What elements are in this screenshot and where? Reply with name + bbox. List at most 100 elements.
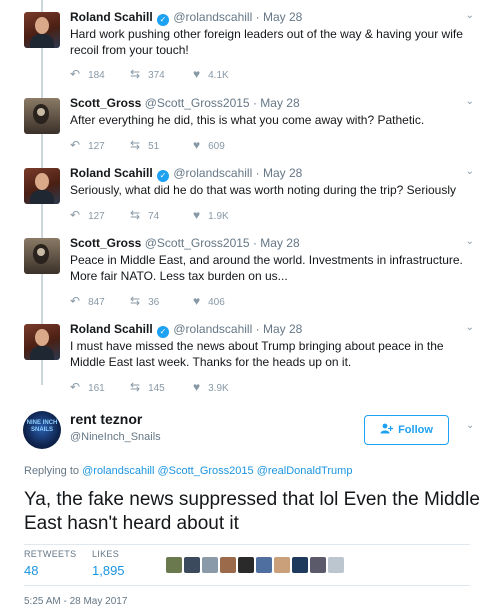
author-avatar[interactable]: NINE INCH SNAILS xyxy=(23,411,61,449)
chevron-down-icon[interactable]: ⌄ xyxy=(466,322,474,333)
author-handle[interactable]: @NineInch_Snails xyxy=(70,431,161,443)
tweet-text: Peace in Middle East, and around the wor… xyxy=(70,253,463,283)
retweets-label[interactable]: RETWEETS xyxy=(24,549,76,559)
retweet-count: 51 xyxy=(148,141,160,152)
chevron-down-icon[interactable]: ⌄ xyxy=(466,236,474,247)
tweet-actions: ↶ 184 ⇆ 374 ♥ 4.1K xyxy=(70,67,229,81)
retweet-button[interactable]: ⇆ 74 xyxy=(130,208,193,222)
avatar[interactable] xyxy=(24,238,60,274)
retweet-count: 74 xyxy=(148,211,160,222)
reply-button[interactable]: ↶ 127 xyxy=(70,208,130,222)
retweet-button[interactable]: ⇆ 145 xyxy=(130,380,193,394)
reply-count: 127 xyxy=(88,211,105,222)
like-button[interactable]: ♥ 609 xyxy=(193,138,225,152)
retweets-count[interactable]: 48 xyxy=(24,563,38,578)
author-handle[interactable]: @Scott_Gross2015 xyxy=(145,236,250,250)
replying-to: Replying to @rolandscahill @Scott_Gross2… xyxy=(24,465,352,477)
divider xyxy=(24,585,470,586)
tweet-date[interactable]: May 28 xyxy=(260,96,299,110)
like-button[interactable]: ♥ 4.1K xyxy=(193,67,229,81)
liker-avatar[interactable] xyxy=(202,557,218,573)
liker-avatar[interactable] xyxy=(274,557,290,573)
chevron-down-icon[interactable]: ⌄ xyxy=(466,96,474,107)
reply-button[interactable]: ↶ 847 xyxy=(70,294,130,308)
tweet-text: Seriously, what did he do that was worth… xyxy=(70,183,456,197)
reply-count: 161 xyxy=(88,383,105,394)
reply-button[interactable]: ↶ 127 xyxy=(70,138,130,152)
tweet-text: After everything he did, this is what yo… xyxy=(70,113,425,127)
retweet-icon: ⇆ xyxy=(130,67,141,81)
liker-avatar[interactable] xyxy=(256,557,272,573)
likes-count[interactable]: 1,895 xyxy=(92,563,125,578)
retweet-icon: ⇆ xyxy=(130,380,141,394)
retweet-button[interactable]: ⇆ 51 xyxy=(130,138,193,152)
likes-label[interactable]: LIKES xyxy=(92,549,119,559)
tweet-date[interactable]: May 28 xyxy=(263,10,302,24)
heart-icon: ♥ xyxy=(193,208,201,222)
like-button[interactable]: ♥ 1.9K xyxy=(193,208,229,222)
like-count: 609 xyxy=(208,141,225,152)
liker-avatars xyxy=(166,557,344,573)
reply-button[interactable]: ↶ 184 xyxy=(70,67,130,81)
reply-button[interactable]: ↶ 161 xyxy=(70,380,130,394)
author-handle[interactable]: @rolandscahill xyxy=(173,10,252,24)
follow-button[interactable]: Follow xyxy=(364,415,449,445)
heart-icon: ♥ xyxy=(193,294,201,308)
tweet-actions: ↶ 127 ⇆ 51 ♥ 609 xyxy=(70,138,225,152)
like-count: 1.9K xyxy=(208,211,229,222)
author-handle[interactable]: @Scott_Gross2015 xyxy=(145,96,250,110)
retweet-count: 36 xyxy=(148,297,160,308)
liker-avatar[interactable] xyxy=(328,557,344,573)
tweet-date[interactable]: May 28 xyxy=(263,166,302,180)
chevron-down-icon[interactable]: ⌄ xyxy=(466,420,474,431)
tweet-date[interactable]: May 28 xyxy=(260,236,299,250)
author-name[interactable]: Roland Scahill xyxy=(70,10,153,24)
tweet-header: Roland Scahill ✓ @rolandscahill · May 28 xyxy=(70,322,302,338)
avatar[interactable] xyxy=(24,324,60,360)
tweet-text: I must have missed the news about Trump … xyxy=(70,339,444,369)
like-count: 4.1K xyxy=(208,70,229,81)
liker-avatar[interactable] xyxy=(310,557,326,573)
chevron-down-icon[interactable]: ⌄ xyxy=(466,166,474,177)
tweet-date[interactable]: May 28 xyxy=(263,322,302,336)
author-name[interactable]: Roland Scahill xyxy=(70,322,153,336)
liker-avatar[interactable] xyxy=(166,557,182,573)
author-name[interactable]: Roland Scahill xyxy=(70,166,153,180)
retweet-icon: ⇆ xyxy=(130,294,141,308)
reply-icon: ↶ xyxy=(70,138,81,152)
avatar[interactable] xyxy=(24,168,60,204)
author-name[interactable]: rent teznor xyxy=(70,411,142,427)
reply-icon: ↶ xyxy=(70,294,81,308)
tweet-actions: ↶ 847 ⇆ 36 ♥ 406 xyxy=(70,294,225,308)
replying-mentions[interactable]: @rolandscahill @Scott_Gross2015 @realDon… xyxy=(82,465,352,477)
retweet-button[interactable]: ⇆ 36 xyxy=(130,294,193,308)
reply-icon: ↶ xyxy=(70,380,81,394)
author-name[interactable]: Scott_Gross xyxy=(70,96,141,110)
separator: · xyxy=(255,166,260,180)
author-handle[interactable]: @rolandscahill xyxy=(173,166,252,180)
retweet-icon: ⇆ xyxy=(130,138,141,152)
add-user-icon xyxy=(380,423,394,437)
retweet-icon: ⇆ xyxy=(130,208,141,222)
retweet-count: 374 xyxy=(148,70,165,81)
reply-count: 184 xyxy=(88,70,105,81)
author-name[interactable]: Scott_Gross xyxy=(70,236,141,250)
liker-avatar[interactable] xyxy=(292,557,308,573)
avatar[interactable] xyxy=(24,98,60,134)
avatar[interactable] xyxy=(24,12,60,48)
retweet-count: 145 xyxy=(148,383,165,394)
like-count: 406 xyxy=(208,297,225,308)
liker-avatar[interactable] xyxy=(238,557,254,573)
author-handle[interactable]: @rolandscahill xyxy=(173,322,252,336)
chevron-down-icon[interactable]: ⌄ xyxy=(466,10,474,21)
like-button[interactable]: ♥ 3.9K xyxy=(193,380,229,394)
heart-icon: ♥ xyxy=(193,380,201,394)
liker-avatar[interactable] xyxy=(220,557,236,573)
separator: · xyxy=(255,322,260,336)
verified-badge-icon: ✓ xyxy=(157,14,170,26)
liker-avatar[interactable] xyxy=(184,557,200,573)
retweet-button[interactable]: ⇆ 374 xyxy=(130,67,193,81)
tweet-timestamp[interactable]: 5:25 AM - 28 May 2017 xyxy=(24,596,127,607)
separator: · xyxy=(252,236,257,250)
like-button[interactable]: ♥ 406 xyxy=(193,294,225,308)
